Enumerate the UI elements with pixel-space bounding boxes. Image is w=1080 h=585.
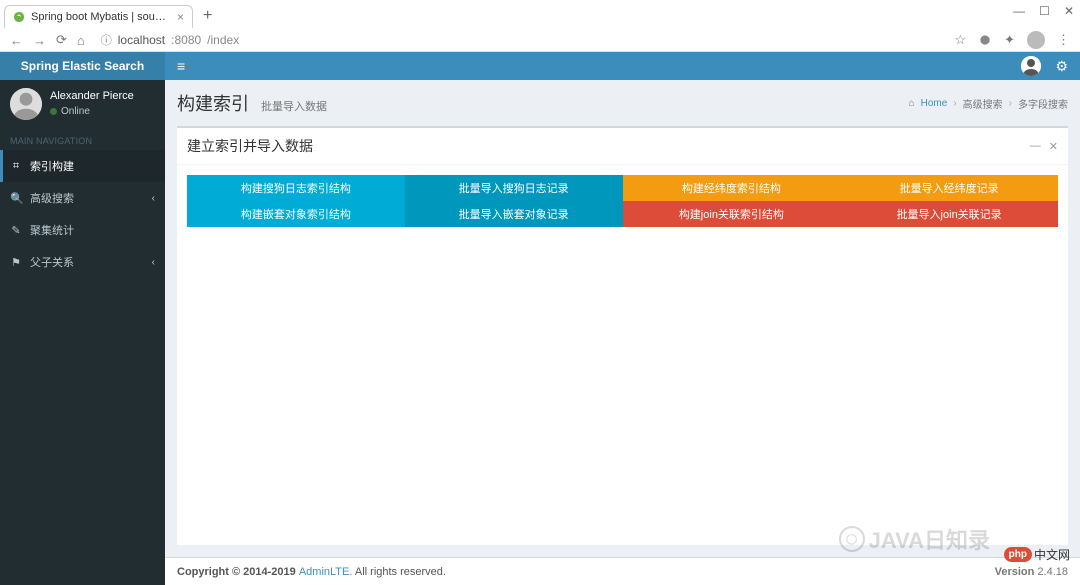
sidebar-item-label: 聚集统计 (30, 222, 74, 238)
gear-icon[interactable]: ⚙ (1055, 58, 1068, 75)
topbar: ≡ ⚙ (165, 52, 1080, 80)
content: 建立索引并导入数据 — ✕ 构建搜狗日志索引结构 批量导入搜狗日志记录 构建经纬… (165, 126, 1080, 557)
toolbar-right: ☆ ✦ ⋮ (954, 31, 1070, 49)
topbar-avatar[interactable] (1021, 56, 1041, 76)
back-icon[interactable]: ← (10, 33, 23, 48)
box: 建立索引并导入数据 — ✕ 构建搜狗日志索引结构 批量导入搜狗日志记录 构建经纬… (177, 126, 1068, 545)
grid-icon: ⌗ (10, 160, 22, 173)
tab-close-icon[interactable]: × (177, 10, 184, 24)
collapse-icon[interactable]: — (1030, 140, 1041, 153)
user-info: Alexander Pierce Online (50, 89, 134, 118)
footer-left: Copyright © 2014-2019 AdminLTE. All righ… (177, 566, 446, 578)
new-tab-button[interactable]: + (197, 7, 218, 25)
sidebar: Spring Elastic Search Alexander Pierce O… (0, 52, 165, 585)
close-icon[interactable]: ✕ (1049, 140, 1058, 153)
sidebar-item-parent-child[interactable]: ⚑ 父子关系 ‹ (0, 246, 165, 278)
page-title: 构建索引 (177, 90, 249, 116)
search-icon: 🔍 (10, 192, 22, 205)
sidebar-item-advanced-search[interactable]: 🔍 高级搜索 ‹ (0, 182, 165, 214)
window-minimize[interactable]: — (1013, 4, 1025, 18)
star-icon[interactable]: ☆ (954, 32, 966, 48)
box-header: 建立索引并导入数据 — ✕ (177, 128, 1068, 165)
button-row-1: 构建搜狗日志索引结构 批量导入搜狗日志记录 构建经纬度索引结构 批量导入经纬度记… (187, 175, 1058, 201)
build-nested-index-button[interactable]: 构建嵌套对象索引结构 (187, 201, 405, 227)
breadcrumb-l2: 多字段搜索 (1018, 96, 1068, 111)
footer-right: Version 2.4.18 (995, 566, 1068, 578)
chevron-left-icon: ‹ (152, 257, 155, 268)
user-status: Online (50, 105, 134, 119)
import-sougou-records-button[interactable]: 批量导入搜狗日志记录 (405, 175, 623, 201)
app: Spring Elastic Search Alexander Pierce O… (0, 52, 1080, 585)
avatar[interactable] (10, 88, 42, 120)
import-geo-records-button[interactable]: 批量导入经纬度记录 (840, 175, 1058, 201)
footer-suffix: All rights reserved. (352, 566, 446, 578)
reload-icon[interactable]: ⟳ (56, 32, 67, 48)
breadcrumb-home[interactable]: Home (921, 98, 948, 109)
tab-title: Spring boot Mybatis | sougou... (31, 11, 171, 23)
url-input[interactable]: ⓘ localhost :8080/index (95, 30, 945, 50)
sidebar-item-aggregation[interactable]: ✎ 聚集统计 (0, 214, 165, 246)
button-row-2: 构建嵌套对象索引结构 批量导入嵌套对象记录 构建join关联索引结构 批量导入j… (187, 201, 1058, 227)
import-join-records-button[interactable]: 批量导入join关联记录 (840, 201, 1058, 227)
browser-tab[interactable]: Spring boot Mybatis | sougou... × (4, 5, 193, 28)
build-join-index-button[interactable]: 构建join关联索引结构 (623, 201, 841, 227)
box-tools: — ✕ (1030, 140, 1058, 153)
import-nested-records-button[interactable]: 批量导入嵌套对象记录 (405, 201, 623, 227)
version-label: Version (995, 566, 1035, 578)
profile-avatar-icon[interactable] (1027, 31, 1045, 49)
content-header: 构建索引 批量导入数据 ⌂ Home › 高级搜索 › 多字段搜索 (165, 80, 1080, 126)
box-title: 建立索引并导入数据 (187, 136, 313, 156)
nav-header: MAIN NAVIGATION (0, 128, 165, 150)
status-dot-icon (50, 108, 57, 115)
hamburger-icon[interactable]: ≡ (177, 58, 185, 74)
breadcrumb-l1[interactable]: 高级搜索 (963, 96, 1003, 111)
user-name: Alexander Pierce (50, 89, 134, 104)
url-path: /index (207, 33, 239, 47)
edit-icon: ✎ (10, 224, 22, 237)
sidebar-item-label: 父子关系 (30, 254, 74, 270)
favicon-icon (13, 11, 25, 23)
forward-icon[interactable]: → (33, 33, 46, 48)
breadcrumb: ⌂ Home › 高级搜索 › 多字段搜索 (909, 96, 1068, 111)
address-bar: ← → ⟳ ⌂ ⓘ localhost :8080/index ☆ ✦ ⋮ (0, 28, 1080, 52)
window-close[interactable]: ✕ (1064, 4, 1074, 18)
extension-icon[interactable] (978, 33, 992, 47)
sidebar-item-index-build[interactable]: ⌗ 索引构建 (0, 150, 165, 182)
user-panel: Alexander Pierce Online (0, 80, 165, 128)
window-controls: — ☐ ✕ (1013, 4, 1074, 18)
breadcrumb-sep: › (953, 98, 956, 109)
version-value: 2.4.18 (1034, 566, 1068, 578)
chevron-left-icon: ‹ (152, 193, 155, 204)
home-icon[interactable]: ⌂ (77, 33, 85, 48)
breadcrumb-sep: › (1009, 98, 1012, 109)
flag-icon: ⚑ (10, 256, 22, 269)
browser-chrome: — ☐ ✕ Spring boot Mybatis | sougou... × … (0, 0, 1080, 52)
brand[interactable]: Spring Elastic Search (0, 52, 165, 80)
copyright-label: Copyright © 2014-2019 (177, 566, 299, 578)
build-geo-index-button[interactable]: 构建经纬度索引结构 (623, 175, 841, 201)
window-maximize[interactable]: ☐ (1039, 4, 1050, 18)
extensions-puzzle-icon[interactable]: ✦ (1004, 32, 1015, 48)
menu-dots-icon[interactable]: ⋮ (1057, 32, 1070, 48)
home-icon: ⌂ (909, 98, 915, 109)
main: ≡ ⚙ 构建索引 批量导入数据 ⌂ Home › 高级搜索 › 多字段搜索 (165, 52, 1080, 585)
status-text: Online (61, 105, 90, 119)
topbar-right: ⚙ (1021, 56, 1068, 76)
page-subtitle: 批量导入数据 (261, 98, 327, 114)
url-port: :8080 (171, 33, 201, 47)
sidebar-item-label: 索引构建 (30, 158, 74, 174)
url-host: localhost (118, 33, 165, 47)
site-info-icon[interactable]: ⓘ (101, 32, 112, 48)
build-sougou-index-button[interactable]: 构建搜狗日志索引结构 (187, 175, 405, 201)
box-body: 构建搜狗日志索引结构 批量导入搜狗日志记录 构建经纬度索引结构 批量导入经纬度记… (177, 165, 1068, 545)
content-header-left: 构建索引 批量导入数据 (177, 90, 327, 116)
footer: Copyright © 2014-2019 AdminLTE. All righ… (165, 557, 1080, 585)
footer-brand-link[interactable]: AdminLTE. (299, 566, 353, 578)
sidebar-item-label: 高级搜索 (30, 190, 74, 206)
tab-bar: Spring boot Mybatis | sougou... × + (0, 0, 1080, 28)
